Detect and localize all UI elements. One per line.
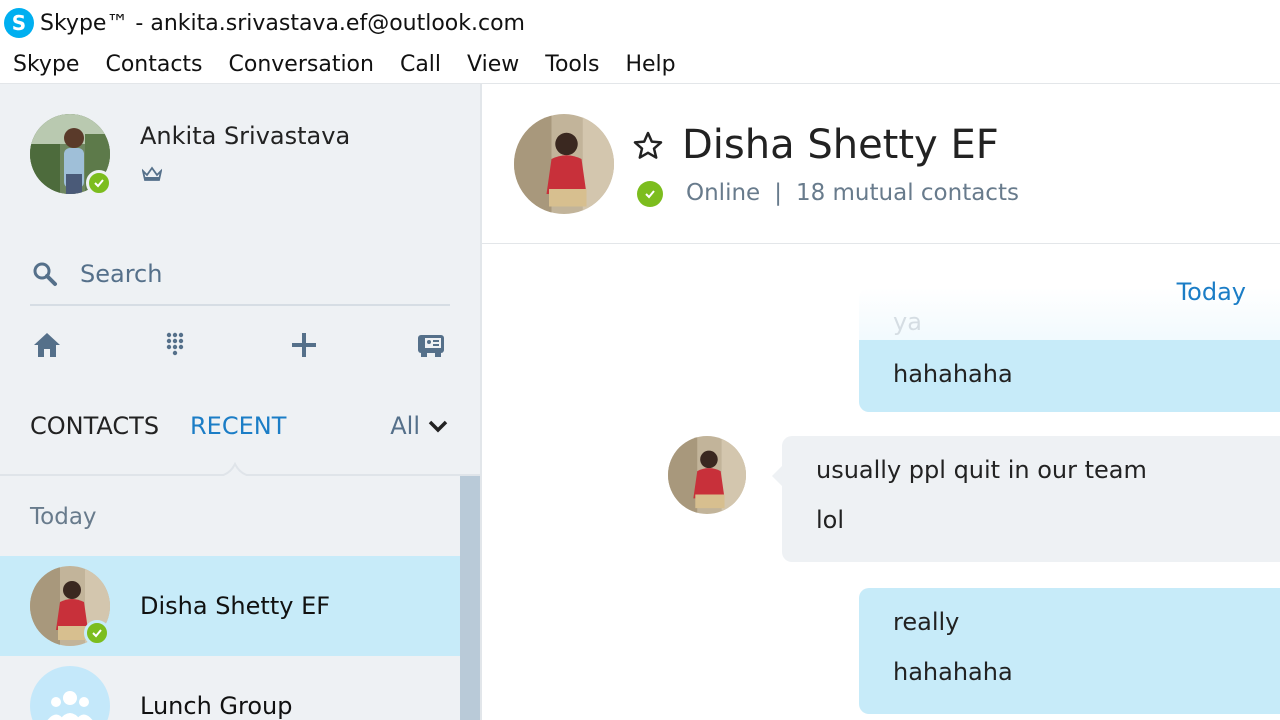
outgoing-message-bubble[interactable]: really hahahaha: [859, 588, 1280, 714]
conversation-title: Disha Shetty EF: [682, 122, 999, 168]
message-text: lol: [816, 506, 845, 534]
filter-dropdown[interactable]: All: [390, 412, 448, 440]
message-text: usually ppl quit in our team: [816, 456, 1147, 484]
menu-bar: Skype Contacts Conversation Call View To…: [0, 46, 1280, 84]
contact-name: Disha Shetty EF: [140, 592, 331, 620]
menu-call[interactable]: Call: [400, 52, 441, 77]
group-avatar: [30, 666, 110, 720]
online-status-icon: [637, 181, 663, 207]
recent-list: Disha Shetty EF Lunch Group: [0, 556, 460, 720]
recent-item-disha-shetty[interactable]: Disha Shetty EF: [0, 556, 460, 656]
add-icon[interactable]: [287, 328, 321, 362]
title-bar: S Skype™ - ankita.srivastava.ef@outlook.…: [0, 0, 1280, 46]
profile-card[interactable]: Ankita Srivastava: [30, 114, 470, 196]
active-tab-indicator: [220, 461, 250, 476]
home-icon[interactable]: [30, 328, 64, 362]
skype-logo-icon: S: [4, 8, 34, 38]
search-placeholder: Search: [80, 260, 163, 288]
menu-help[interactable]: Help: [625, 52, 675, 77]
profile-name: Ankita Srivastava: [140, 122, 351, 150]
meta-separator: |: [774, 180, 782, 206]
dialpad-icon[interactable]: [158, 328, 192, 362]
conversation-pane: Disha Shetty EF Online | 18 mutual conta…: [482, 84, 1280, 720]
chevron-down-icon: [428, 420, 448, 433]
message-day-label: Today: [1176, 278, 1246, 306]
contact-card-icon[interactable]: [414, 328, 448, 362]
group-icon: [47, 691, 93, 720]
menu-skype[interactable]: Skype: [13, 52, 79, 77]
recent-section-header: Today: [30, 504, 97, 530]
menu-view[interactable]: View: [467, 52, 519, 77]
tab-contacts[interactable]: CONTACTS: [30, 412, 159, 440]
conversation-header: Disha Shetty EF Online | 18 mutual conta…: [482, 84, 1280, 244]
conversation-meta: Online | 18 mutual contacts: [686, 180, 1019, 206]
menu-contacts[interactable]: Contacts: [105, 52, 202, 77]
outgoing-message-bubble[interactable]: hahahaha: [859, 340, 1280, 412]
sidebar-tabs: CONTACTS RECENT All: [30, 412, 450, 448]
search-field[interactable]: Search: [30, 244, 450, 306]
menu-tools[interactable]: Tools: [545, 52, 599, 77]
profile-online-status-icon: [86, 170, 112, 196]
message-text: hahahaha: [893, 360, 1013, 388]
tab-recent[interactable]: RECENT: [190, 412, 286, 440]
sender-avatar[interactable]: [668, 436, 746, 514]
conversation-avatar[interactable]: [514, 114, 614, 214]
mutual-contacts-link[interactable]: 18 mutual contacts: [796, 180, 1019, 206]
incoming-message-bubble[interactable]: usually ppl quit in our team lol: [772, 436, 1280, 562]
menu-conversation[interactable]: Conversation: [229, 52, 374, 77]
recent-item-lunch-group[interactable]: Lunch Group: [0, 656, 460, 720]
favorite-star-icon[interactable]: [632, 130, 664, 162]
search-icon: [33, 262, 57, 286]
contact-online-status-icon: [84, 620, 110, 646]
filter-label: All: [390, 412, 420, 440]
crown-icon[interactable]: [142, 166, 162, 182]
message-text: really: [893, 608, 960, 636]
contact-name: Lunch Group: [140, 692, 293, 720]
sidebar-scrollbar[interactable]: [460, 476, 480, 720]
window-title: Skype™ - ankita.srivastava.ef@outlook.co…: [40, 10, 525, 36]
status-text: Online: [686, 180, 761, 206]
message-text: hahahaha: [893, 658, 1013, 686]
sidebar: Ankita Srivastava Search CONTACTS RECENT…: [0, 84, 482, 720]
sidebar-toolbar: [30, 328, 450, 368]
